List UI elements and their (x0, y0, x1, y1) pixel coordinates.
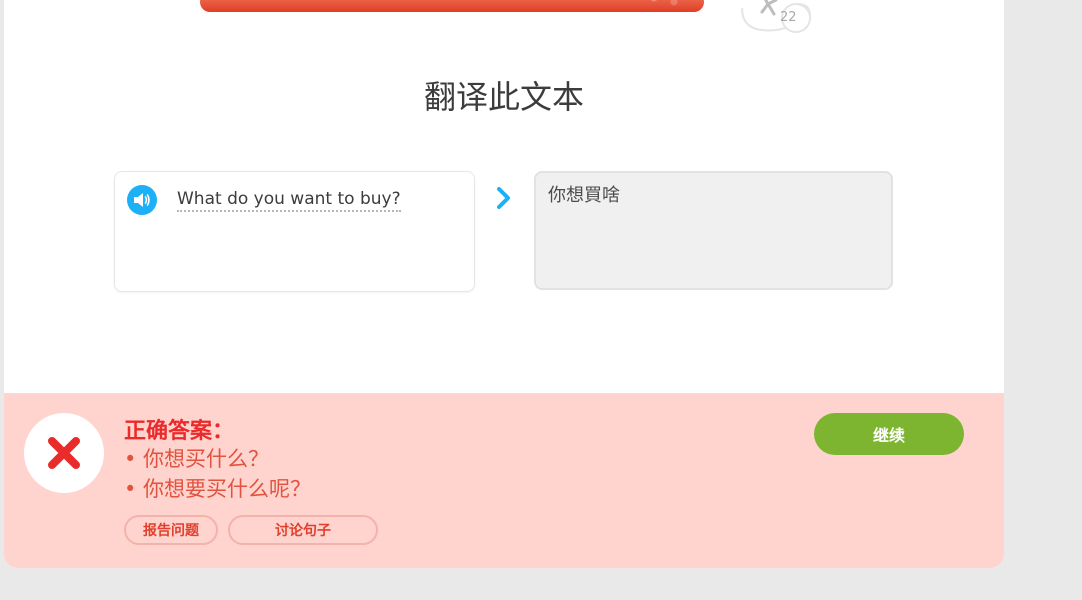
progress-fill (200, 0, 704, 12)
feedback-panel: 正确答案： • 你想买什么？ • 你想要买什么呢？ 报告问题 讨论句子 继续 (4, 393, 1004, 568)
source-sentence-box: What do you want to buy? (114, 171, 475, 292)
discuss-sentence-button[interactable]: 讨论句子 (228, 515, 378, 545)
correct-answer-item: • 你想买什么？ (124, 447, 270, 471)
translation-answer-field[interactable]: 你想買啥 (534, 171, 893, 290)
feedback-heading: 正确答案： (124, 419, 235, 444)
correct-answer-item: • 你想要买什么呢？ (124, 477, 312, 501)
incorrect-badge (24, 413, 104, 493)
source-sentence-text[interactable]: What do you want to buy? (177, 189, 401, 212)
lesson-card: 22 翻译此文本 What do you want to buy? 你想買啥 正… (4, 0, 1004, 568)
progress-bar (200, 0, 800, 12)
streak-badge-icon (741, 0, 812, 33)
page-title: 翻译此文本 (423, 78, 584, 116)
badge-count: 22 (780, 10, 797, 25)
chevron-right-icon (497, 187, 510, 209)
speaker-button[interactable] (127, 185, 157, 215)
source-sentence[interactable]: What do you want to buy? (177, 189, 401, 212)
continue-button[interactable]: 继续 (814, 413, 964, 455)
close-icon (48, 437, 80, 469)
report-problem-button[interactable]: 报告问题 (124, 515, 218, 545)
speaker-icon (134, 193, 150, 207)
